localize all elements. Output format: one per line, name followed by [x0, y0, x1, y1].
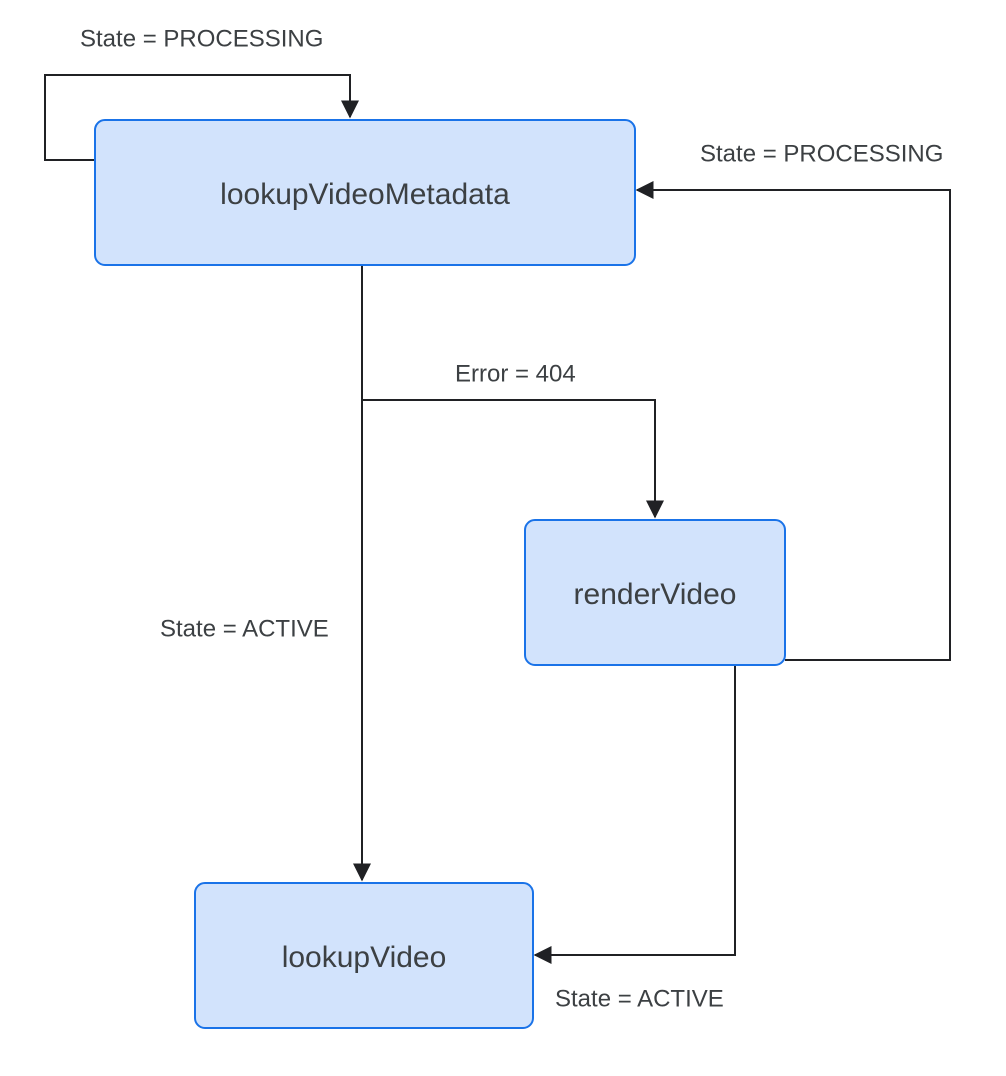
- node-lookupvideometadata: lookupVideoMetadata: [95, 120, 635, 265]
- edge-render-to-lookupvideo: State = ACTIVE: [535, 663, 735, 1012]
- edge-label-lookupmeta-to-render: Error = 404: [455, 360, 576, 387]
- node-label-lookupvideo: lookupVideo: [282, 941, 447, 974]
- edge-label-render-to-lookupvideo: State = ACTIVE: [555, 985, 724, 1012]
- edge-label-render-to-lookupmeta: State = PROCESSING: [700, 140, 943, 167]
- edge-lookupmeta-to-render: Error = 404: [362, 360, 655, 517]
- node-lookupvideo: lookupVideo: [195, 883, 533, 1028]
- node-rendervideo: renderVideo: [525, 520, 785, 665]
- node-label-lookupvideometadata: lookupVideoMetadata: [220, 178, 510, 211]
- node-label-rendervideo: renderVideo: [574, 578, 737, 611]
- edge-lookupmeta-to-lookupvideo: State = ACTIVE: [160, 264, 362, 880]
- state-flow-diagram: State = PROCESSING State = PROCESSING Er…: [0, 0, 1006, 1076]
- edge-label-selfloop: State = PROCESSING: [80, 25, 323, 52]
- edge-label-lookupmeta-to-lookupvideo: State = ACTIVE: [160, 615, 329, 642]
